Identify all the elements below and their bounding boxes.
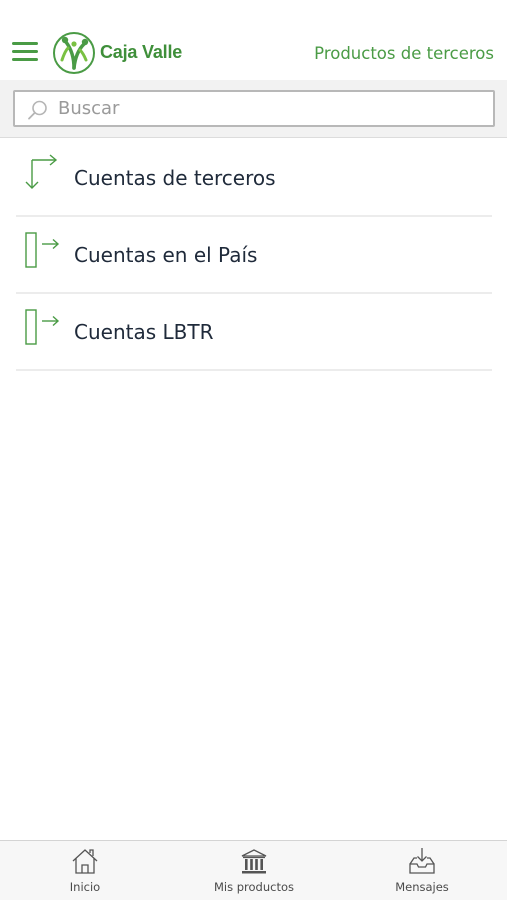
nav-label: Mensajes	[395, 880, 449, 894]
search-box[interactable]	[13, 90, 495, 127]
home-icon	[72, 849, 98, 874]
bank-icon	[241, 849, 267, 874]
transfer-arrows-icon	[25, 154, 58, 189]
search-input[interactable]	[58, 92, 488, 125]
bottom-navigation: Inicio Mis productos Mensajes	[0, 840, 507, 900]
list-item-label: Cuentas en el País	[74, 243, 258, 267]
list-item-cuentas-lbtr[interactable]: Cuentas LBTR	[16, 294, 492, 371]
page-title: Productos de terceros	[314, 44, 494, 63]
caja-valle-logo-icon	[53, 32, 95, 74]
nav-item-mensajes[interactable]: Mensajes	[362, 841, 482, 900]
nav-label: Mis productos	[213, 880, 295, 894]
list-item-label: Cuentas LBTR	[74, 320, 214, 344]
hamburger-menu-icon[interactable]	[12, 42, 38, 62]
list-item-cuentas-en-el-pais[interactable]: Cuentas en el País	[16, 217, 492, 294]
list-item-label: Cuentas de terceros	[74, 166, 276, 190]
third-party-accounts-list: Cuentas de terceros Cuentas en el País C…	[16, 140, 492, 371]
brand-name: Caja Valle	[100, 42, 183, 62]
list-item-cuentas-de-terceros[interactable]: Cuentas de terceros	[16, 140, 492, 217]
nav-item-mis-productos[interactable]: Mis productos	[194, 841, 314, 900]
search-bar	[0, 80, 507, 138]
search-icon	[28, 100, 47, 120]
account-arrow-icon	[25, 232, 60, 268]
nav-label: Inicio	[69, 880, 101, 894]
nav-item-inicio[interactable]: Inicio	[25, 841, 145, 900]
account-arrow-icon	[25, 309, 60, 345]
brand-logo: Caja Valle	[52, 30, 192, 76]
inbox-icon	[409, 848, 435, 874]
app-header: Caja Valle Productos de terceros	[0, 0, 507, 80]
